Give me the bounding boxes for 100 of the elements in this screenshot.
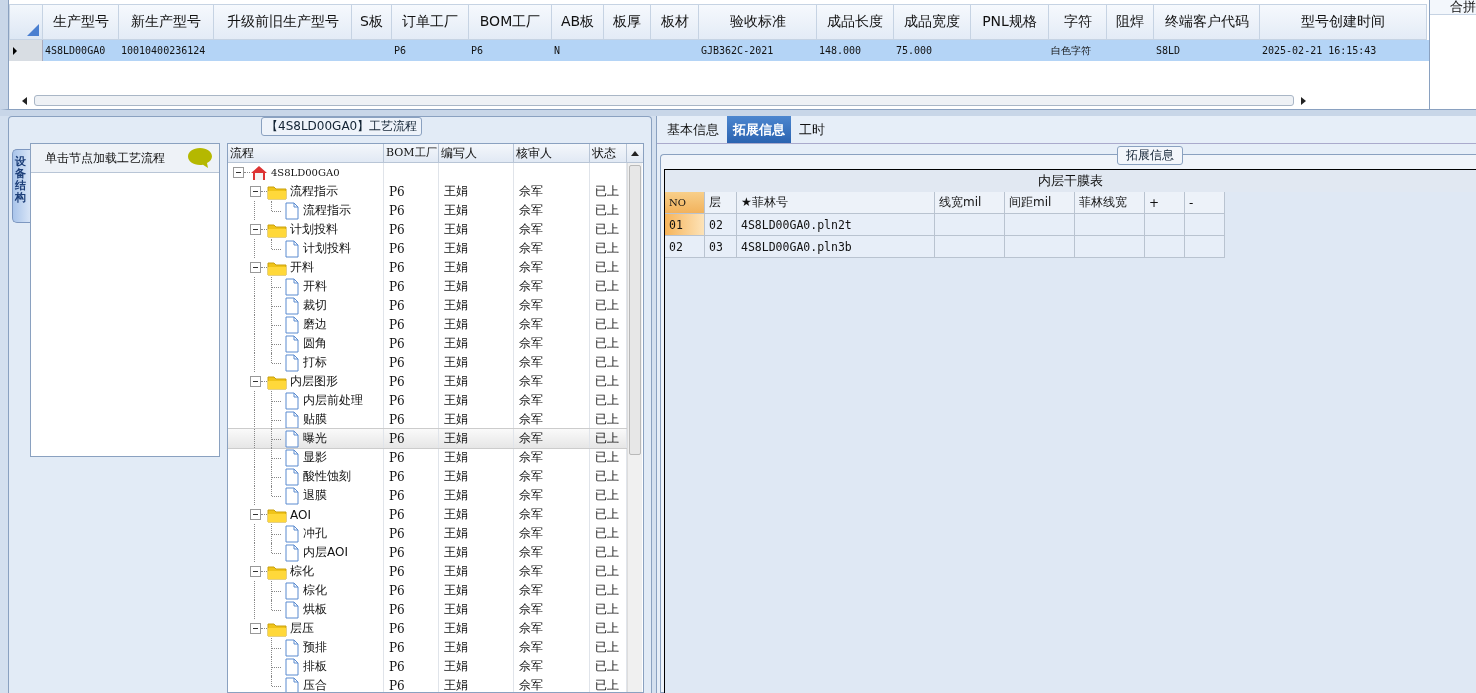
tree-node[interactable]: AOI bbox=[290, 507, 311, 522]
tab[interactable]: 基本信息 bbox=[661, 116, 725, 143]
column-header[interactable]: BOM工厂 bbox=[469, 4, 552, 40]
column-header[interactable]: 核审人 bbox=[514, 144, 590, 162]
tree-node[interactable]: 内层图形 bbox=[290, 373, 338, 390]
column-header[interactable]: 编写人 bbox=[439, 144, 514, 162]
table-cell: 佘军 bbox=[519, 506, 543, 523]
column-header[interactable]: 成品宽度 bbox=[894, 4, 971, 40]
column-header[interactable]: 新生产型号 bbox=[119, 4, 214, 40]
document-icon bbox=[284, 600, 300, 619]
folder-icon bbox=[267, 620, 287, 637]
tree-node[interactable]: 贴膜 bbox=[303, 411, 327, 428]
column-header[interactable]: 间距mil bbox=[1005, 192, 1075, 214]
tab[interactable]: 工时 bbox=[793, 116, 831, 143]
table-cell: 02 bbox=[705, 214, 737, 236]
tree-node[interactable]: 层压 bbox=[290, 620, 314, 637]
tree-node[interactable]: 流程指示 bbox=[303, 202, 351, 219]
collapse-icon[interactable] bbox=[250, 376, 261, 387]
column-header[interactable]: 终端客户代码 bbox=[1154, 4, 1260, 40]
tree-node[interactable]: 退膜 bbox=[303, 487, 327, 504]
folder-icon bbox=[267, 221, 287, 238]
column-header[interactable]: 生产型号 bbox=[43, 4, 119, 40]
column-header[interactable]: 成品长度 bbox=[817, 4, 894, 40]
collapse-icon[interactable] bbox=[250, 566, 261, 577]
column-header[interactable]: 板厚 bbox=[604, 4, 651, 40]
column-header[interactable]: - bbox=[1185, 192, 1225, 214]
column-header[interactable]: 层 bbox=[705, 192, 737, 214]
column-header[interactable]: BOM工厂 bbox=[384, 144, 439, 162]
table-cell: 已上 bbox=[595, 392, 619, 409]
tree-node[interactable]: 酸性蚀刻 bbox=[303, 468, 351, 485]
table-cell: 王娟 bbox=[444, 373, 468, 390]
tree-node[interactable]: 压合 bbox=[303, 677, 327, 692]
table-cell: 王娟 bbox=[444, 240, 468, 257]
table-cell: 王娟 bbox=[444, 506, 468, 523]
scroll-left-icon[interactable] bbox=[22, 96, 27, 105]
tree-node[interactable]: 烘板 bbox=[303, 601, 327, 618]
column-header[interactable]: 菲林线宽 bbox=[1075, 192, 1145, 214]
column-header[interactable]: S板 bbox=[352, 4, 392, 40]
column-header[interactable]: 合拼 bbox=[1430, 0, 1476, 15]
column-header[interactable]: 验收标准 bbox=[699, 4, 817, 40]
column-header[interactable]: 字符 bbox=[1049, 4, 1107, 40]
table-cell: 王娟 bbox=[444, 335, 468, 352]
table-cell: 已上 bbox=[595, 297, 619, 314]
column-header[interactable]: 升级前旧生产型号 bbox=[214, 4, 352, 40]
column-header[interactable]: PNL规格 bbox=[971, 4, 1049, 40]
tree-node[interactable]: 圆角 bbox=[303, 335, 327, 352]
column-header[interactable]: 订单工厂 bbox=[392, 4, 469, 40]
tree-node[interactable]: 内层前处理 bbox=[303, 392, 363, 409]
table-cell: 01 bbox=[665, 214, 705, 236]
tab[interactable]: 拓展信息 bbox=[727, 116, 791, 143]
column-header[interactable]: 板材 bbox=[651, 4, 699, 40]
column-header[interactable]: 线宽mil bbox=[935, 192, 1005, 214]
collapse-icon[interactable] bbox=[250, 224, 261, 235]
tree-node[interactable]: 开料 bbox=[303, 278, 327, 295]
tree-node[interactable]: 打标 bbox=[303, 354, 327, 371]
tree-node[interactable]: 流程指示 bbox=[290, 183, 338, 200]
collapse-icon[interactable] bbox=[250, 623, 261, 634]
splitter-handle[interactable] bbox=[0, 110, 1476, 116]
column-header[interactable]: + bbox=[1145, 192, 1185, 214]
tree-node[interactable]: 内层AOI bbox=[303, 544, 348, 561]
collapse-icon[interactable] bbox=[233, 167, 244, 178]
table-cell: 已上 bbox=[595, 373, 619, 390]
scroll-right-icon[interactable] bbox=[1301, 96, 1306, 105]
vertical-scrollbar[interactable] bbox=[627, 163, 642, 692]
table-cell bbox=[1145, 214, 1185, 236]
tree-node[interactable]: 磨边 bbox=[303, 316, 327, 333]
tree-node[interactable]: 棕化 bbox=[290, 563, 314, 580]
column-header[interactable]: NO bbox=[665, 192, 705, 214]
table-cell: 03 bbox=[705, 236, 737, 258]
tree-node[interactable]: 排板 bbox=[303, 658, 327, 675]
table-cell: 王娟 bbox=[444, 601, 468, 618]
tree-node[interactable]: 棕化 bbox=[303, 582, 327, 599]
table-cell: 已上 bbox=[595, 582, 619, 599]
column-header[interactable]: AB板 bbox=[552, 4, 604, 40]
table-cell: 已上 bbox=[595, 563, 619, 580]
column-header[interactable]: 型号创建时间 bbox=[1260, 4, 1427, 40]
collapse-icon[interactable] bbox=[250, 509, 261, 520]
scroll-up-icon[interactable] bbox=[631, 151, 639, 156]
tree-node[interactable]: 开料 bbox=[290, 259, 314, 276]
collapse-icon[interactable] bbox=[250, 262, 261, 273]
tree-node[interactable]: 曝光 bbox=[303, 430, 327, 447]
table-cell: 已上 bbox=[595, 335, 619, 352]
column-header[interactable]: 阻焊 bbox=[1107, 4, 1154, 40]
tree-node[interactable]: 预排 bbox=[303, 639, 327, 656]
tree-node[interactable]: 计划投料 bbox=[303, 240, 351, 257]
tree-node[interactable]: 计划投料 bbox=[290, 221, 338, 238]
tree-node[interactable]: 显影 bbox=[303, 449, 327, 466]
column-header[interactable]: ★菲林号 bbox=[737, 192, 935, 214]
table-cell bbox=[1005, 214, 1075, 236]
table-cell: S8LD bbox=[1156, 45, 1181, 56]
tree-node[interactable]: 裁切 bbox=[303, 297, 327, 314]
column-header[interactable]: 流程 bbox=[228, 144, 384, 162]
column-header[interactable]: 状态 bbox=[590, 144, 627, 162]
collapse-icon[interactable] bbox=[250, 186, 261, 197]
tree-node[interactable]: 冲孔 bbox=[303, 525, 327, 542]
table-cell: 佘军 bbox=[519, 525, 543, 542]
table-cell: 佘军 bbox=[519, 449, 543, 466]
tree-node[interactable]: 4S8LD00GA0 bbox=[271, 167, 340, 178]
side-tab[interactable]: 设备结构 bbox=[12, 149, 30, 223]
table-cell: 王娟 bbox=[444, 221, 468, 238]
